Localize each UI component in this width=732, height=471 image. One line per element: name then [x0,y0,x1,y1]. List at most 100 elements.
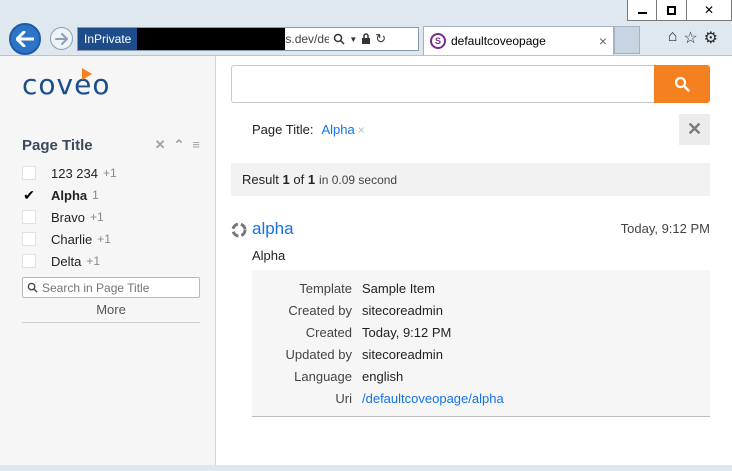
maximize-icon [667,5,676,15]
search-box [231,65,710,103]
back-button[interactable] [9,23,41,55]
facet-title: Page Title [22,136,93,154]
facet-settings-icon[interactable]: ≡ [192,137,200,153]
result-excerpt: Alpha [252,248,286,263]
new-tab-button[interactable] [614,26,640,54]
facet-value-label: 123 234 [51,165,98,181]
facet-actions: ✕ ⌃ ≡ [155,137,200,153]
checkbox[interactable] [22,254,36,268]
summary-total: 1 [307,172,316,187]
summary-first: 1 [282,172,290,187]
sitecore-favicon-icon: S [430,33,446,49]
summary-prefix: Result [242,172,279,187]
query-summary: Result 1 of 1 in 0.09 second [231,163,710,196]
field-value: Sample Item [362,280,435,296]
back-arrow-icon [16,31,34,47]
logo-triangle-icon [82,68,92,80]
sitecore-item-icon [231,222,247,238]
result-field-row: Template Sample Item [252,277,710,299]
result-date: Today, 9:12 PM [620,221,710,236]
checkbox[interactable] [22,232,36,246]
field-value: english [362,368,404,384]
result-field-row: Updated by sitecoreadmin [252,343,710,365]
search-icon [674,76,690,92]
facet-value[interactable]: 123 234 +1 [22,162,200,184]
facet-clear-icon[interactable]: ✕ [155,137,166,153]
facet-value[interactable]: Delta +1 [22,250,200,272]
result-field-row: Created by sitecoreadmin [252,299,710,321]
browser-toolbar-icons: ⌂ ☆ ⚙ [668,28,718,48]
facet-collapse-icon[interactable]: ⌃ [174,137,185,153]
redacted-url [137,28,286,50]
result-title-link[interactable]: alpha [252,219,294,239]
field-name: Uri [335,390,352,406]
lock-icon[interactable] [361,33,371,45]
forward-arrow-icon [55,32,68,45]
field-name: Template [299,280,352,296]
facet-value-label: Alpha [51,187,88,203]
breadcrumb-remove-icon[interactable]: × [358,123,365,137]
facet-search-input[interactable] [42,280,192,295]
summary-duration: in 0.09 second [319,172,398,187]
settings-gear-icon[interactable]: ⚙ [704,28,718,48]
facet-search[interactable] [22,277,200,298]
field-value: Today, 9:12 PM [362,324,452,340]
close-window-button[interactable]: ✕ [687,0,732,21]
tab-title: defaultcoveopage [451,34,546,48]
minimize-icon [637,12,647,14]
field-name: Created [305,324,352,340]
field-name: Updated by [285,346,353,362]
minimize-button[interactable] [627,0,657,21]
search-icon [27,282,38,293]
browser-tab[interactable]: S defaultcoveopage × [423,26,614,55]
facet-value-count: +1 [86,254,101,268]
field-name: Created by [288,302,352,318]
clear-breadcrumbs-button[interactable]: ✕ [679,114,710,145]
dropdown-arrow-icon[interactable]: ▼ [349,35,357,44]
page-viewport: coveo Page Title ✕ ⌃ ≡ 123 234 +1 ✔ Alpha 1 B… [0,55,732,466]
facet-value-count: +1 [103,166,117,180]
breadcrumb-field: Page Title: [252,122,314,137]
breadcrumb: Page Title: Alpha × [252,122,365,137]
facet-value-count: +1 [97,232,111,246]
facet-value-label: Charlie [51,231,93,247]
home-icon[interactable]: ⌂ [668,28,678,48]
facet-value-label: Delta [51,253,82,269]
close-icon: ✕ [703,3,715,17]
window-controls: ✕ [627,0,732,21]
field-name: Language [294,368,352,384]
favorites-star-icon[interactable]: ☆ [683,28,697,48]
tab-close-icon[interactable]: × [599,33,607,49]
forward-button[interactable] [50,27,73,50]
facet-value-count: +1 [89,210,104,224]
close-icon: ✕ [686,119,703,139]
facet-value-label: Bravo [51,209,85,225]
search-button[interactable] [654,65,710,103]
field-value-link[interactable]: /defaultcoveopage/alpha [362,391,504,406]
result-field-row: Language english [252,365,710,387]
facet-value[interactable]: Charlie +1 [22,228,200,250]
address-bar[interactable]: InPrivate s.dev/defau ▼ ↻ [77,27,419,51]
logo-text: coveo [22,68,111,101]
refresh-icon[interactable]: ↻ [375,31,386,47]
checkbox[interactable] [22,210,36,224]
facet-value-count: 1 [92,188,99,202]
result-field-row: Uri/defaultcoveopage/alpha [252,387,710,409]
field-value: sitecoreadmin [362,302,443,318]
url-text[interactable]: s.dev/defau [285,32,329,46]
facet-more-button[interactable]: More [22,302,200,323]
search-icon[interactable] [333,33,345,45]
facet-value[interactable]: ✔ Alpha 1 [22,184,200,206]
maximize-button[interactable] [657,0,687,21]
search-input[interactable] [231,65,654,103]
inprivate-badge: InPrivate [78,28,138,50]
checkbox[interactable] [22,166,36,180]
facet-sidebar: coveo Page Title ✕ ⌃ ≡ 123 234 +1 ✔ Alpha 1 B… [0,56,216,466]
field-value: sitecoreadmin [362,346,443,362]
result-fields-table: Template Sample Item Created by sitecoreadm… [252,270,710,417]
page-title-facet: Page Title ✕ ⌃ ≡ 123 234 +1 ✔ Alpha 1 Bravo +1… [22,134,200,323]
facet-value[interactable]: Bravo +1 [22,206,200,228]
checkmark-icon[interactable]: ✔ [22,187,36,203]
facet-values: 123 234 +1 ✔ Alpha 1 Bravo +1 Charlie +1 Delta +1 [22,162,200,272]
breadcrumb-value[interactable]: Alpha [321,122,354,137]
